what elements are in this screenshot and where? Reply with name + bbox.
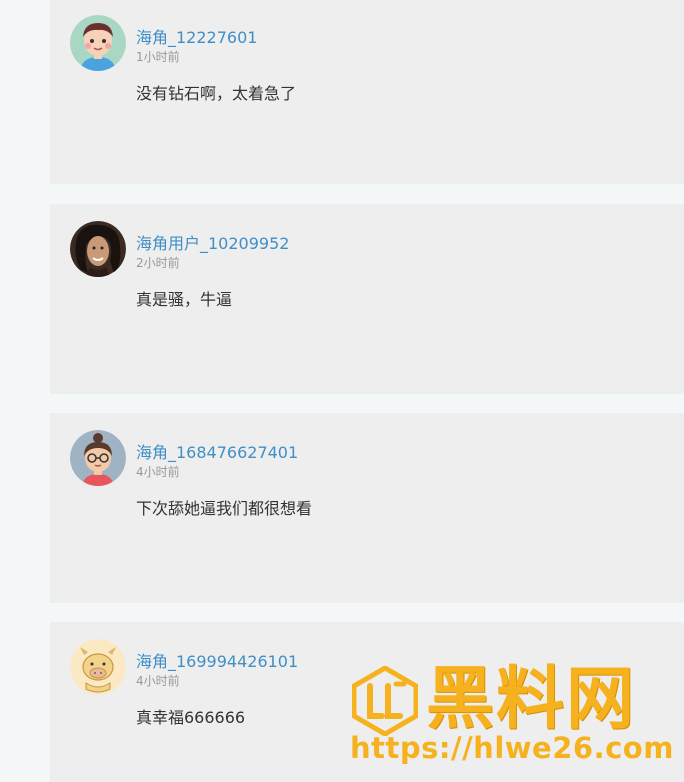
cartoon-boy-icon[interactable] — [70, 15, 126, 71]
comment-time: 4小时前 — [136, 674, 180, 688]
comment-item: 海角_168476627401 4小时前 下次舔她逼我们都很想看 — [50, 413, 684, 603]
cartoon-cow-icon[interactable] — [70, 639, 126, 695]
comment-text: 真幸福666666 — [136, 708, 246, 727]
comment-item: 海角_12227601 1小时前 没有钻石啊，太着急了 — [50, 0, 684, 184]
comment-item: 海角_169994426101 4小时前 真幸福666666 — [50, 622, 684, 782]
comment-item: 海角用户_10209952 2小时前 真是骚，牛逼 — [50, 204, 684, 394]
photo-portrait-icon[interactable] — [70, 221, 126, 277]
cartoon-girl-glasses-icon[interactable] — [70, 430, 126, 486]
comment-text: 下次舔她逼我们都很想看 — [136, 499, 313, 518]
username-link[interactable]: 海角_12227601 — [136, 24, 257, 48]
username-link[interactable]: 海角_169994426101 — [136, 648, 298, 672]
username-link[interactable]: 海角_168476627401 — [136, 439, 298, 463]
comment-time: 4小时前 — [136, 465, 180, 479]
comment-text: 没有钻石啊，太着急了 — [136, 84, 297, 103]
username-link[interactable]: 海角用户_10209952 — [136, 230, 289, 254]
comment-time: 2小时前 — [136, 256, 180, 270]
comment-time: 1小时前 — [136, 50, 180, 64]
comment-text: 真是骚，牛逼 — [136, 290, 233, 309]
